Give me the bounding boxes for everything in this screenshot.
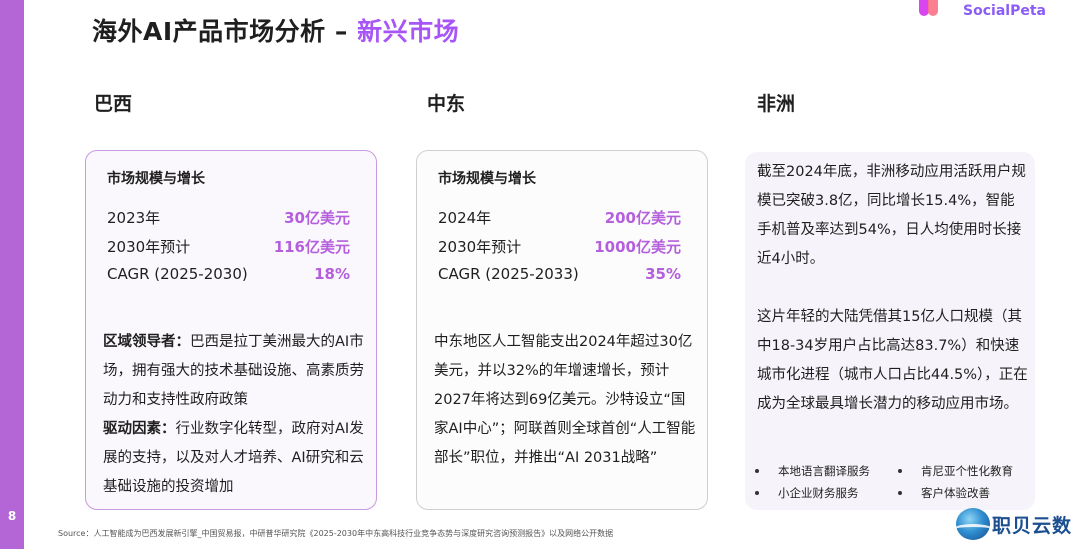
slide-title: 海外AI产品市场分析 – 新兴市场: [92, 12, 459, 48]
metric-value: 116亿美元: [273, 238, 350, 256]
metric-label: CAGR (2025-2030): [107, 265, 248, 283]
bullet-dot-icon: [755, 491, 759, 495]
brand-logo: 职贝云数: [955, 508, 1072, 540]
brand-globe-icon: [955, 508, 990, 540]
middle-east-description: 中东地区人工智能支出2024年超过30亿美元，并以32%的年增速增长，预计202…: [434, 334, 696, 466]
lead-label: 区域领导者：: [103, 334, 190, 350]
africa-description-1: 截至2024年底，非洲移动应用活跃用户规模已突破3.8亿，同比增长15.4%，智…: [757, 164, 1026, 267]
title-accent: 新兴市场: [357, 17, 460, 46]
brazil-card: 市场规模与增长 2023年 30亿美元 2030年预计 116亿美元 CAGR …: [85, 150, 377, 510]
brand-text: 职贝云数: [991, 514, 1072, 537]
africa-card: 截至2024年底，非洲移动应用活跃用户规模已突破3.8亿，同比增长15.4%，智…: [745, 152, 1035, 510]
metric-value: 35%: [645, 265, 681, 283]
socialpeta-logo-icon: [919, 0, 941, 16]
middle-east-metric-row: 2030年预计 1000亿美元: [438, 236, 681, 258]
drivers-label: 驱动因素：: [103, 421, 176, 437]
metric-label: 2030年预计: [438, 238, 522, 256]
region-title-brazil: 巴西: [94, 93, 133, 115]
source-note: Source：人工智能成为巴西发展新引擎_中国贸易报，中研普华研究院《2025-…: [58, 529, 614, 538]
middle-east-metric-row: 2024年 200亿美元: [438, 207, 681, 229]
metric-value: 18%: [314, 265, 350, 283]
region-title-africa: 非洲: [757, 93, 796, 115]
africa-description-2: 这片年轻的大陆凭借其15亿人口规模（其中18-34岁用户占比高达83.7%）和快…: [757, 309, 1028, 412]
brazil-description: 区域领导者：巴西是拉丁美洲最大的AI市场，拥有强大的技术基础设施、高素质劳动力和…: [103, 328, 368, 502]
metric-label: 2030年预计: [107, 238, 191, 256]
metric-value: 200亿美元: [604, 209, 681, 227]
logo-text: SocialPeta: [963, 3, 1046, 19]
metric-value: 1000亿美元: [594, 238, 681, 256]
page-number: 8: [7, 509, 17, 523]
bullet-item: 客户体验改善: [898, 482, 990, 504]
bullet-dot-icon: [755, 469, 759, 473]
metric-label: 2024年: [438, 209, 492, 227]
socialpeta-logo: SocialPeta: [919, 0, 1046, 22]
middle-east-metric-row: CAGR (2025-2033) 35%: [438, 265, 681, 287]
bullet-item: 肯尼亚个性化教育: [898, 460, 1013, 482]
left-accent-bar: [0, 0, 24, 549]
brazil-metric-row: CAGR (2025-2030) 18%: [107, 265, 350, 287]
brazil-card-heading: 市场规模与增长: [107, 171, 205, 187]
middle-east-card-heading: 市场规模与增长: [438, 171, 536, 187]
brazil-metric-row: 2030年预计 116亿美元: [107, 236, 350, 258]
title-main: 海外AI产品市场分析 –: [92, 17, 358, 46]
metric-value: 30亿美元: [284, 209, 350, 227]
metric-label: 2023年: [107, 209, 161, 227]
metric-label: CAGR (2025-2033): [438, 265, 579, 283]
africa-bullet-list: 本地语言翻译服务 肯尼亚个性化教育 小企业财务服务 客户体验改善: [755, 460, 1029, 504]
bullet-item: 本地语言翻译服务: [755, 460, 898, 482]
middle-east-card: 市场规模与增长 2024年 200亿美元 2030年预计 1000亿美元 CAG…: [416, 150, 708, 510]
bullet-item: 小企业财务服务: [755, 482, 898, 504]
bullet-dot-icon: [898, 469, 902, 473]
region-title-middle-east: 中东: [427, 93, 466, 115]
brazil-metric-row: 2023年 30亿美元: [107, 207, 350, 229]
bullet-dot-icon: [898, 491, 902, 495]
